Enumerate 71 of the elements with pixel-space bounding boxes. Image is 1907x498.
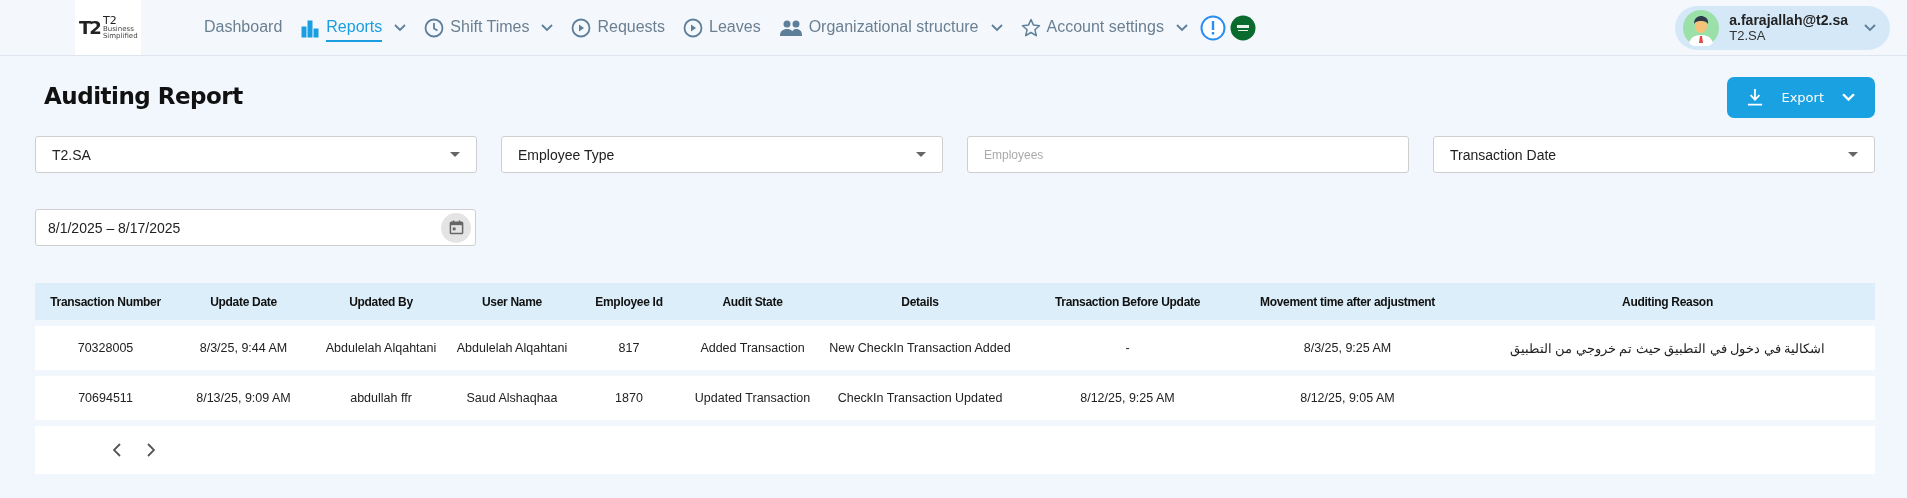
table-cell-text: Added Transaction [699, 341, 806, 355]
chevron-down-icon[interactable] [990, 23, 1003, 32]
nav-link[interactable]: Leaves [709, 13, 761, 42]
table-cell-text: 70694511 [77, 391, 134, 405]
table-cell-text: CheckIn Transaction Updated [836, 391, 1004, 405]
chevron-down-icon[interactable] [1175, 23, 1188, 32]
chevron-down-icon[interactable] [541, 23, 554, 32]
chevron-left-icon[interactable] [113, 443, 121, 457]
nav-link[interactable]: Account settings [1046, 13, 1164, 42]
column-header: Updated By [348, 294, 414, 309]
column-header: Movement time after adjustment [1258, 294, 1436, 309]
alert-icon[interactable] [1199, 14, 1226, 41]
calendar-button[interactable] [441, 212, 471, 243]
table-cell-text: 70328005 [76, 341, 135, 355]
table-cell-text: 8/12/25, 9:05 AM [1299, 391, 1396, 405]
clock-icon [424, 17, 445, 38]
column-header: User Name [481, 294, 543, 309]
avatar-icon [1683, 9, 1720, 46]
star-icon [1020, 17, 1041, 38]
table-cell-text: 8/13/25, 9:09 AM [195, 391, 292, 405]
chevron-right-icon[interactable] [147, 443, 155, 457]
play-circle-icon [683, 17, 704, 38]
table-cell-text: Abdulelah Alqahtani [455, 341, 569, 355]
chevron-down-icon[interactable] [394, 23, 407, 32]
column-header: Audit State [721, 294, 784, 309]
column-header: Update Date [209, 294, 278, 309]
user-email: a.farajallah@t2.sa [1729, 12, 1848, 28]
user-company: T2.SA [1729, 28, 1767, 43]
select-field[interactable]: Employee Type [501, 136, 943, 173]
bar-chart-icon [300, 17, 321, 38]
nav-link[interactable]: Requests [597, 13, 666, 42]
dropdown-arrow-icon [450, 152, 460, 157]
table-cell-text: New CheckIn Transaction Added [828, 341, 1012, 355]
logo-name: T2 [102, 14, 117, 26]
date-range-field[interactable]: 8/1/2025 – 8/17/2025 [35, 209, 476, 246]
nav-link[interactable]: Dashboard [204, 13, 283, 42]
table-cell-text: 817 [617, 341, 641, 355]
flag-icon[interactable] [1229, 14, 1256, 41]
column-header: Employee Id [594, 294, 664, 309]
chevron-down-icon [1864, 23, 1876, 32]
logo-mark: T2 [79, 17, 100, 38]
column-header: Transaction Number [49, 294, 162, 309]
nav-link[interactable]: Organizational structure [808, 13, 979, 42]
table-cell-text: 1870 [614, 391, 644, 405]
chevron-down-icon [1842, 92, 1855, 102]
table-cell-text: 8/12/25, 9:25 AM [1079, 391, 1176, 405]
table-cell-text: 8/3/25, 9:25 AM [1302, 341, 1393, 355]
user-menu[interactable]: a.farajallah@t2.sa T2.SA [1675, 5, 1890, 50]
table-cell-text: اشكالية في دخول في التطبيق حيث تم خروجي من التطبيق [1508, 340, 1827, 356]
employees-input[interactable]: Employees [967, 136, 1409, 173]
download-icon [1747, 88, 1764, 106]
table-cell-text: abdullah ffr [349, 391, 413, 405]
calendar-icon [448, 220, 464, 235]
page-title: Auditing Report [44, 83, 243, 109]
people-icon [778, 18, 803, 37]
export-button[interactable]: Export [1727, 76, 1875, 118]
table-cell-text: - [1124, 341, 1131, 355]
table-cell-text: Saud Alshaqhaa [465, 391, 559, 405]
column-header: Auditing Reason [1621, 294, 1714, 309]
table-cell-text: 8/3/25, 9:44 AM [198, 341, 289, 355]
dropdown-arrow-icon [916, 152, 926, 157]
play-circle-icon [571, 17, 592, 38]
column-header: Transaction Before Update [1053, 294, 1202, 309]
nav-link[interactable]: Reports [326, 13, 383, 42]
table-cell-text: Abdulelah Alqahtani [324, 341, 438, 355]
column-header: Details [900, 294, 940, 309]
select-field[interactable]: Transaction Date [1433, 136, 1875, 173]
nav-link[interactable]: Shift Times [450, 13, 530, 42]
dropdown-arrow-icon [1848, 152, 1858, 157]
table-cell-text: Updated Transaction [693, 391, 812, 405]
select-field[interactable]: T2.SA [35, 136, 477, 173]
